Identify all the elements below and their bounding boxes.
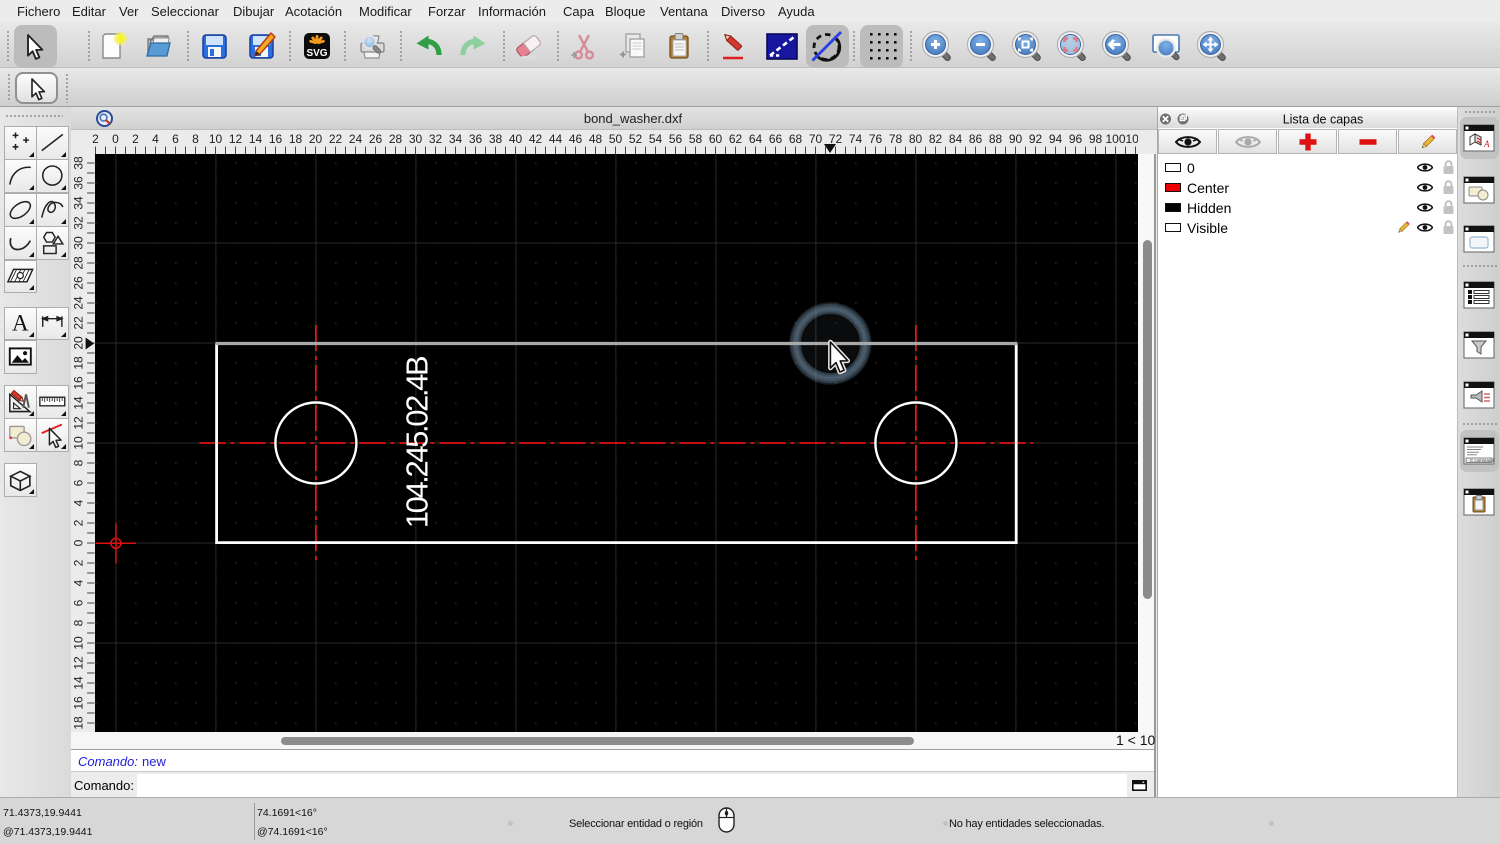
svg-text:44: 44 [549,132,563,146]
svg-text:26: 26 [369,132,383,146]
svg-text:20: 20 [309,132,323,146]
svg-text:2: 2 [72,519,86,526]
svg-text:80: 80 [909,132,923,146]
svg-text:98: 98 [1089,132,1103,146]
svg-text:0: 0 [112,132,119,146]
svg-text:36: 36 [469,132,483,146]
svg-text:2: 2 [132,132,139,146]
svg-text:82: 82 [929,132,943,146]
svg-text:8: 8 [72,459,86,466]
svg-text:4: 4 [152,132,159,146]
svg-text:34: 34 [449,132,463,146]
svg-text:30: 30 [72,236,86,250]
svg-text:4: 4 [72,579,86,586]
svg-text:34: 34 [72,196,86,210]
svg-text:38: 38 [72,156,86,170]
svg-text:14: 14 [249,132,263,146]
svg-text:38: 38 [489,132,503,146]
svg-text:36: 36 [72,176,86,190]
svg-text:58: 58 [689,132,703,146]
svg-text:12: 12 [72,416,86,430]
svg-text:18: 18 [289,132,303,146]
svg-text:56: 56 [669,132,683,146]
svg-text:22: 22 [72,316,86,330]
svg-text:96: 96 [1069,132,1083,146]
svg-text:92: 92 [1029,132,1043,146]
svg-text:24: 24 [72,296,86,310]
svg-text:SVG: SVG [306,48,327,59]
svg-text:28: 28 [389,132,403,146]
svg-text:4: 4 [72,499,86,506]
svg-text:60: 60 [709,132,723,146]
svg-text:62: 62 [729,132,743,146]
svg-text:48: 48 [589,132,603,146]
svg-text:10: 10 [72,636,86,650]
svg-text:42: 42 [529,132,543,146]
svg-text:12: 12 [229,132,243,146]
svg-text:12: 12 [72,656,86,670]
svg-text:14: 14 [72,396,86,410]
svg-text:102: 102 [1125,132,1138,146]
svg-text:6: 6 [172,132,179,146]
svg-text:A: A [12,311,29,336]
svg-text:18: 18 [72,356,86,370]
svg-text:32: 32 [72,216,86,230]
svg-text:74: 74 [849,132,863,146]
svg-text:94: 94 [1049,132,1063,146]
svg-text:72: 72 [829,132,843,146]
svg-text:6: 6 [72,479,86,486]
svg-text:50: 50 [609,132,623,146]
svg-text:16: 16 [72,376,86,390]
svg-text:90: 90 [1009,132,1023,146]
svg-text:46: 46 [569,132,583,146]
svg-text:18: 18 [72,716,86,730]
svg-text:52: 52 [629,132,643,146]
svg-text:40: 40 [509,132,523,146]
svg-text:8: 8 [72,619,86,626]
svg-text:20: 20 [72,336,86,350]
svg-text:30: 30 [409,132,423,146]
svg-text:10: 10 [72,436,86,450]
svg-text:16: 16 [72,696,86,710]
svg-text:88: 88 [989,132,1003,146]
svg-text:2: 2 [92,132,99,146]
svg-text:86: 86 [969,132,983,146]
svg-text:28: 28 [72,256,86,270]
svg-text:54: 54 [649,132,663,146]
svg-text:24: 24 [349,132,363,146]
svg-text:70: 70 [809,132,823,146]
svg-text:78: 78 [889,132,903,146]
svg-text:Lista de capas: Lista de capas [1283,113,1364,127]
svg-text:C command: C command [1470,458,1494,463]
svg-text:8: 8 [192,132,199,146]
svg-text:32: 32 [429,132,443,146]
svg-text:64: 64 [749,132,763,146]
svg-text:66: 66 [769,132,783,146]
svg-text:14: 14 [72,676,86,690]
svg-text:16: 16 [269,132,283,146]
svg-text:68: 68 [789,132,803,146]
svg-text:26: 26 [72,276,86,290]
svg-text:A: A [1483,139,1490,149]
svg-text:76: 76 [869,132,883,146]
svg-text:6: 6 [72,599,86,606]
svg-text:84: 84 [949,132,963,146]
svg-text:22: 22 [329,132,343,146]
svg-text:2: 2 [72,559,86,566]
svg-text:10: 10 [209,132,223,146]
svg-text:0: 0 [72,539,86,546]
svg-text:104.245.02.4B: 104.245.02.4B [399,356,434,528]
svg-text:100: 100 [1105,132,1125,146]
